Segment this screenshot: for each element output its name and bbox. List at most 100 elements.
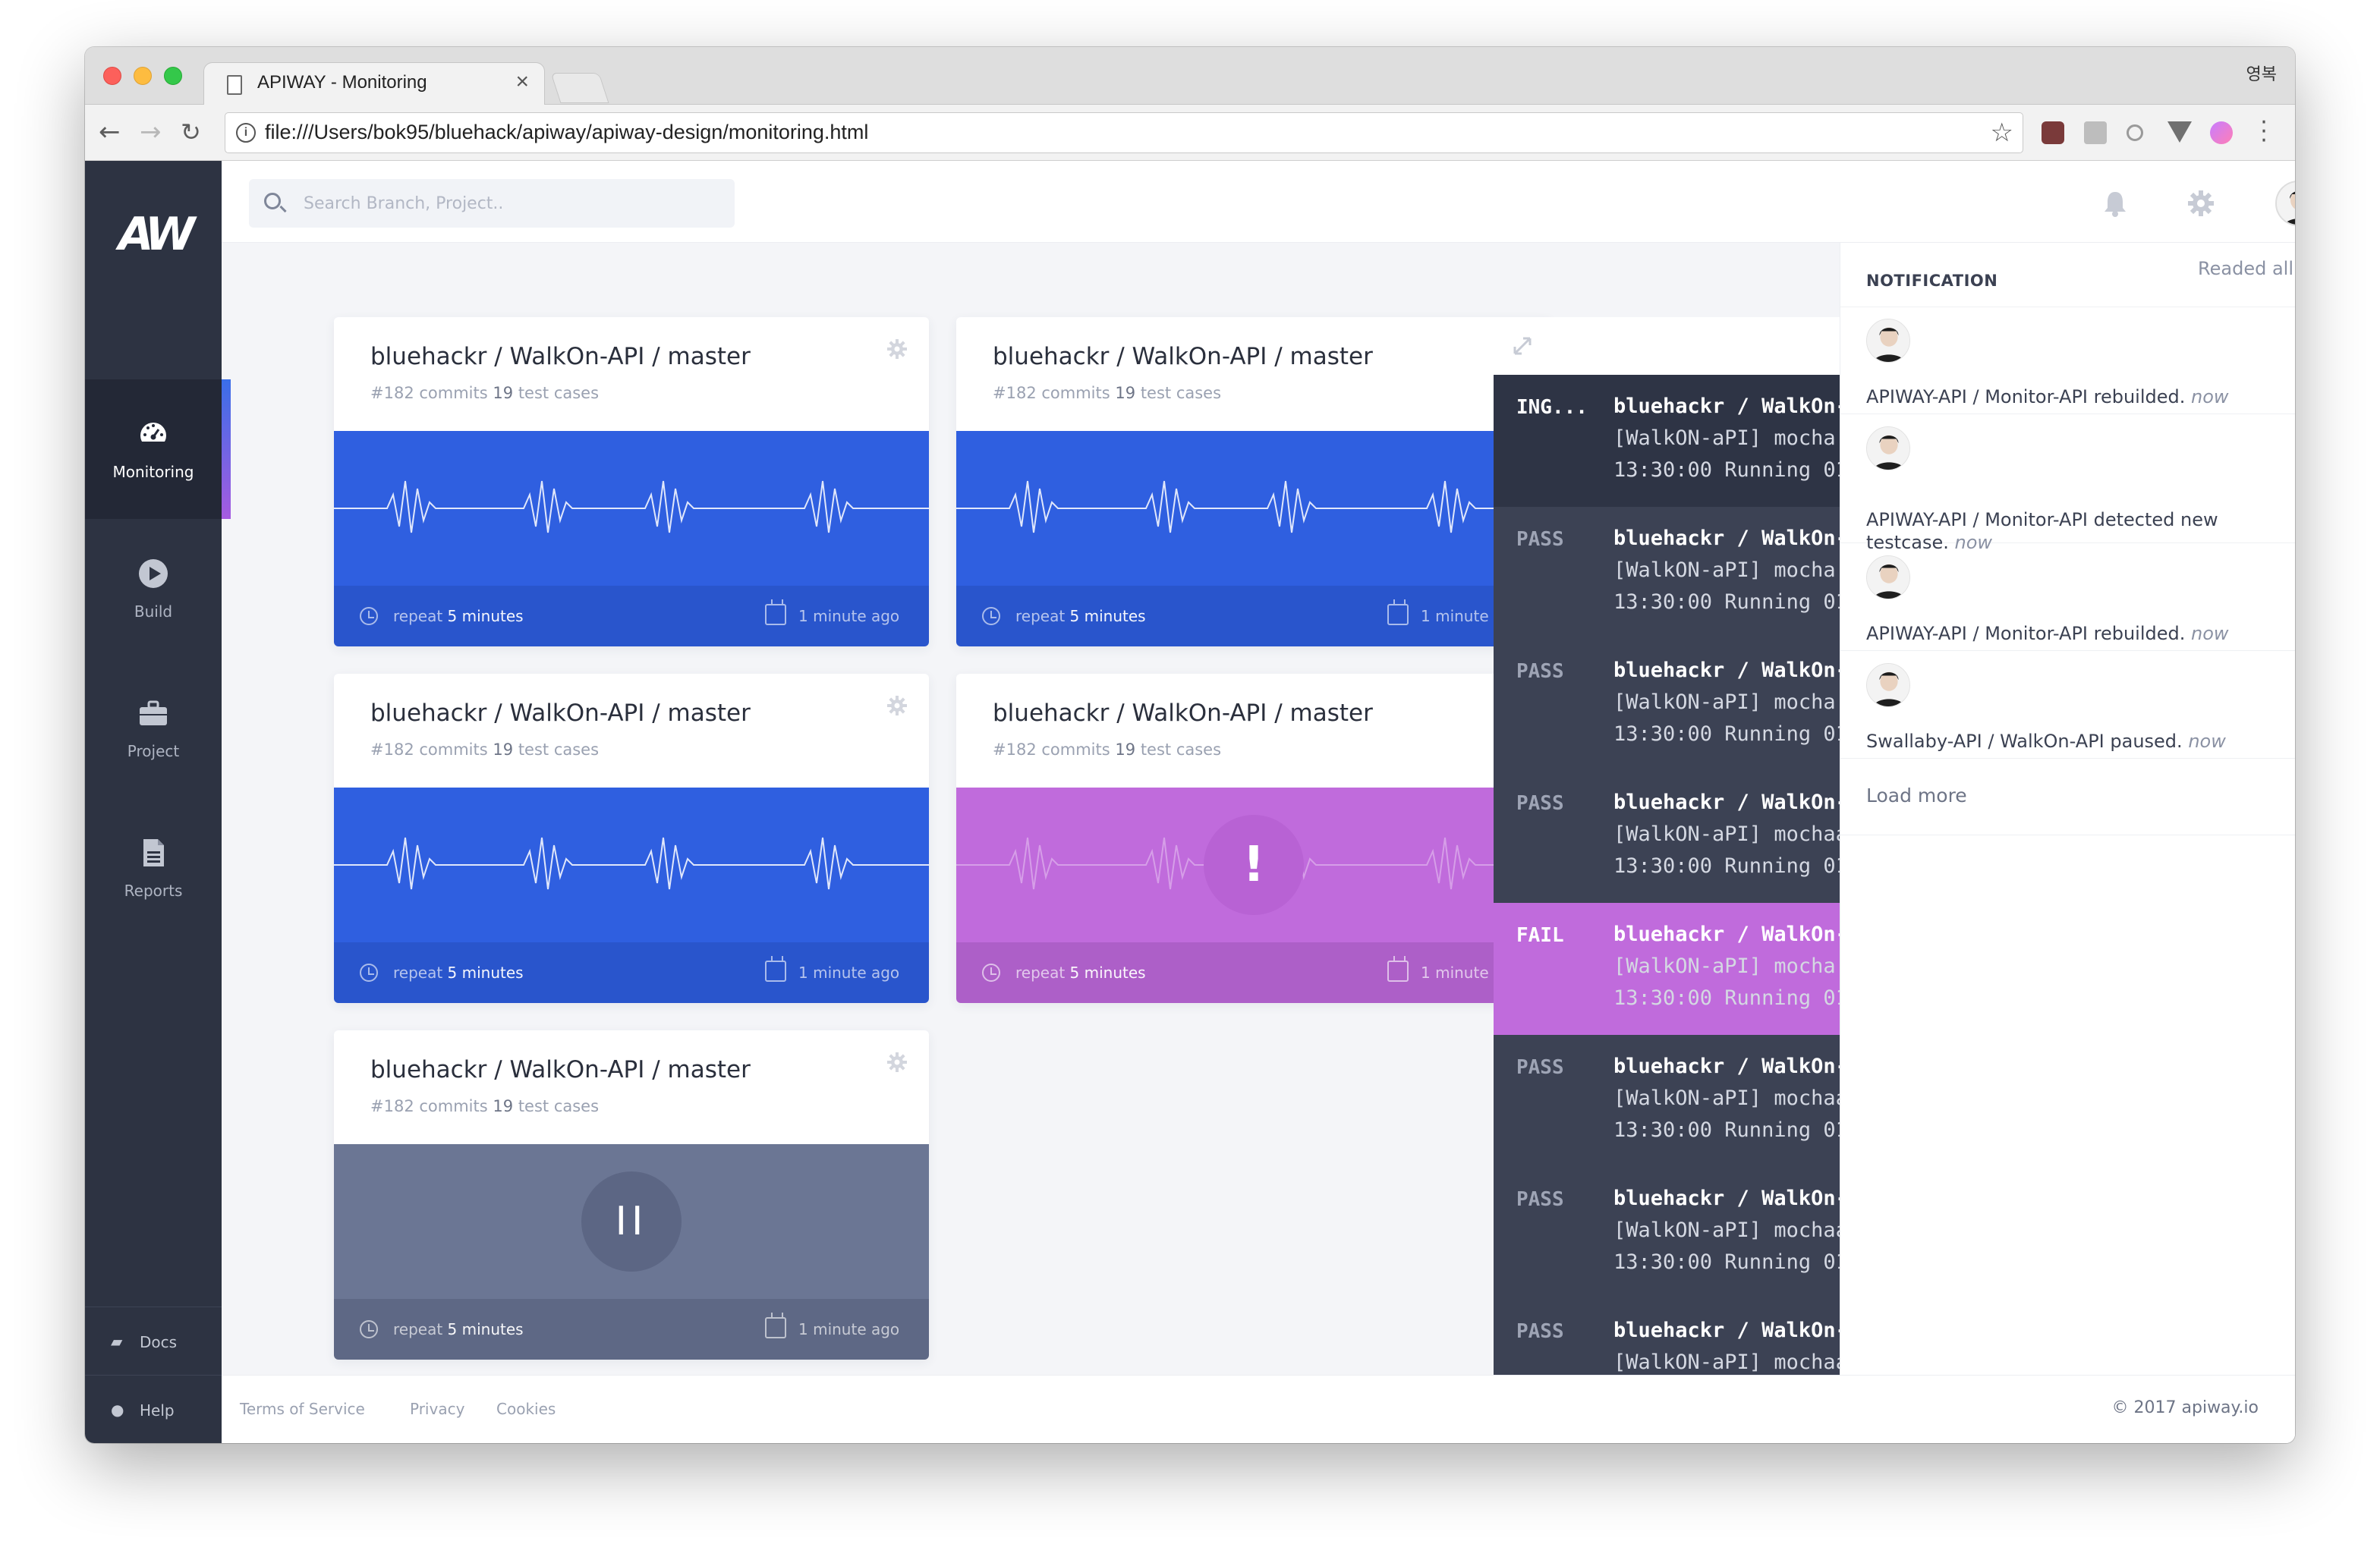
gear-icon[interactable] bbox=[886, 338, 908, 360]
calendar-icon bbox=[1387, 599, 1409, 625]
log-status: PASS bbox=[1516, 528, 1564, 551]
test-case-count: 19 bbox=[493, 384, 514, 402]
sidebar-docs-link[interactable]: ▰ Docs bbox=[85, 1307, 222, 1375]
repeat-value: 5 minutes bbox=[1069, 964, 1146, 982]
test-case-count: 19 bbox=[1115, 741, 1136, 759]
repeat-prefix: repeat bbox=[1015, 964, 1066, 982]
log-row[interactable]: PASS bluehackr / WalkOn- [WalkON-aPI] moch… bbox=[1494, 1167, 1843, 1299]
url-text[interactable]: file:///Users/bok95/bluehack/apiway/apiw… bbox=[265, 121, 868, 144]
window-close-button[interactable] bbox=[103, 67, 121, 85]
commits-label: commits bbox=[1041, 384, 1110, 402]
log-row[interactable]: PASS bluehackr / WalkOn- [WalkON-aPI] moch… bbox=[1494, 507, 1843, 639]
document-icon bbox=[143, 839, 164, 866]
sidebar-item-monitoring[interactable]: Monitoring bbox=[85, 379, 231, 519]
log-row[interactable]: ING... bluehackr / WalkOn- [WalkON-aPI] mo… bbox=[1494, 375, 1843, 507]
sidebar-item-project[interactable]: Project bbox=[85, 659, 222, 798]
card-title[interactable]: bluehackr / WalkOn-API / master bbox=[370, 1056, 751, 1083]
address-bar[interactable]: i file:///Users/bok95/bluehack/apiway/ap… bbox=[225, 112, 2023, 153]
log-project: bluehackr / WalkOn- bbox=[1613, 527, 1843, 550]
log-row[interactable]: PASS bluehackr / WalkOn- [WalkON-aPI] moch… bbox=[1494, 639, 1843, 771]
log-row[interactable]: PASS bluehackr / WalkOn- [WalkON-aPI] moch… bbox=[1494, 1035, 1843, 1167]
extension-icon[interactable] bbox=[2042, 121, 2064, 144]
extension-icon[interactable] bbox=[2210, 121, 2233, 144]
card-title[interactable]: bluehackr / WalkOn-API / master bbox=[370, 700, 751, 727]
gear-icon[interactable] bbox=[886, 695, 908, 716]
card-title[interactable]: bluehackr / WalkOn-API / master bbox=[370, 343, 751, 370]
footer-link-terms[interactable]: Terms of Service bbox=[240, 1400, 365, 1418]
browser-menu-icon[interactable]: · · · bbox=[2260, 112, 2268, 153]
forward-arrow-icon[interactable]: → bbox=[140, 115, 162, 149]
log-time: 13:30:00 Running 01 bbox=[1613, 986, 1843, 1010]
reload-icon[interactable]: ↻ bbox=[181, 115, 201, 149]
monitor-card[interactable]: bluehackr / WalkOn-API / master #182 comm… bbox=[334, 674, 929, 1003]
search-box[interactable] bbox=[249, 179, 735, 228]
monitor-card[interactable]: bluehackr / WalkOn-API / master #182 comm… bbox=[956, 674, 1551, 1003]
notification-item[interactable]: Swallaby-API / WalkOn-API paused. now bbox=[1840, 651, 2295, 759]
card-title[interactable]: bluehackr / WalkOn-API / master bbox=[993, 700, 1373, 727]
sidebar-item-reports[interactable]: Reports bbox=[85, 798, 222, 938]
monitor-card[interactable]: bluehackr / WalkOn-API / master #182 comm… bbox=[956, 317, 1551, 646]
status-visualization bbox=[334, 788, 929, 942]
tab-close-icon[interactable]: × bbox=[515, 69, 529, 95]
browser-tab[interactable]: APIWAY - Monitoring × bbox=[203, 62, 545, 105]
play-circle-icon bbox=[139, 559, 168, 588]
copyright-text: © 2017 apiway.io bbox=[2111, 1398, 2259, 1417]
log-row[interactable]: FAIL bluehackr / WalkOn- [WalkON-aPI] moch… bbox=[1494, 903, 1843, 1035]
extension-icon[interactable] bbox=[2084, 121, 2107, 144]
notification-item[interactable]: APIWAY-API / Monitor-API rebuilded. now bbox=[1840, 307, 2295, 414]
alert-icon[interactable]: ! bbox=[1204, 815, 1304, 915]
bell-icon[interactable] bbox=[2102, 190, 2128, 217]
notification-message: APIWAY-API / Monitor-API rebuilded. bbox=[1866, 386, 2186, 407]
monitor-card[interactable]: bluehackr / WalkOn-API / master #182 comm… bbox=[334, 1030, 929, 1360]
build-number: #182 bbox=[370, 1097, 414, 1115]
load-more-link[interactable]: Load more bbox=[1866, 785, 1967, 807]
card-footer: repeat 5 minutes 1 minute ago bbox=[334, 1299, 929, 1360]
notification-time: now bbox=[2188, 731, 2226, 752]
build-number: #182 bbox=[993, 741, 1037, 759]
window-zoom-button[interactable] bbox=[164, 67, 182, 85]
browser-window: APIWAY - Monitoring × 영복 ← → ↻ i file://… bbox=[85, 47, 2295, 1443]
profile-name[interactable]: 영복 bbox=[2246, 61, 2277, 85]
extension-icon[interactable] bbox=[2127, 124, 2143, 141]
log-runner: [WalkON-aPI] mocha bbox=[1613, 426, 1836, 450]
bookmark-star-icon[interactable]: ☆ bbox=[1991, 118, 2013, 148]
clock-icon bbox=[360, 607, 378, 625]
notification-item[interactable]: APIWAY-API / Monitor-API detected new te… bbox=[1840, 414, 2295, 553]
log-runner: [WalkON-aPI] mocha bbox=[1613, 690, 1836, 714]
sidebar-item-build[interactable]: Build bbox=[85, 519, 222, 659]
calendar-icon bbox=[765, 956, 786, 982]
sidebar-item-label: Build bbox=[134, 602, 173, 621]
new-tab-button[interactable] bbox=[550, 73, 609, 103]
test-case-count: 19 bbox=[1115, 384, 1136, 402]
browser-tab-bar: APIWAY - Monitoring × 영복 bbox=[85, 47, 2295, 105]
pause-icon[interactable]: II bbox=[581, 1171, 682, 1272]
last-run-time: 1 minute ago bbox=[798, 607, 900, 625]
footer-link-privacy[interactable]: Privacy bbox=[410, 1400, 464, 1418]
page-viewport: AW Monitoring Build Project Reports ▰ Do… bbox=[85, 161, 2295, 1443]
window-minimize-button[interactable] bbox=[134, 67, 152, 85]
user-avatar[interactable] bbox=[2275, 181, 2295, 226]
monitor-card[interactable]: bluehackr / WalkOn-API / master #182 comm… bbox=[334, 317, 929, 646]
search-input[interactable] bbox=[304, 190, 713, 217]
vue-devtools-icon[interactable] bbox=[2168, 121, 2192, 143]
apiway-logo[interactable]: AW bbox=[118, 208, 195, 261]
status-visualization: ! bbox=[956, 788, 1551, 942]
sidebar-help-link[interactable]: ● Help bbox=[85, 1375, 222, 1443]
notification-panel: NOTIFICATION Readed all APIWAY-API / Mon… bbox=[1840, 243, 2295, 1375]
gear-icon[interactable] bbox=[2187, 190, 2215, 217]
log-row[interactable]: PASS bluehackr / WalkOn- [WalkON-aPI] moch… bbox=[1494, 771, 1843, 903]
avatar bbox=[1866, 663, 1910, 707]
notification-item[interactable]: APIWAY-API / Monitor-API rebuilded. now bbox=[1840, 543, 2295, 651]
calendar-icon bbox=[765, 599, 786, 625]
back-arrow-icon[interactable]: ← bbox=[99, 115, 121, 149]
commits-label: commits bbox=[419, 1097, 488, 1115]
info-icon[interactable]: i bbox=[236, 123, 256, 143]
expand-icon[interactable] bbox=[1512, 335, 1533, 357]
footer-link-cookies[interactable]: Cookies bbox=[496, 1400, 556, 1418]
commits-label: commits bbox=[419, 741, 488, 759]
read-all-link[interactable]: Readed all bbox=[2198, 258, 2293, 279]
notification-text: APIWAY-API / Monitor-API rebuilded. now bbox=[1866, 385, 2261, 408]
gear-icon[interactable] bbox=[886, 1052, 908, 1073]
card-title[interactable]: bluehackr / WalkOn-API / master bbox=[993, 343, 1373, 370]
status-visualization: II bbox=[334, 1144, 929, 1299]
